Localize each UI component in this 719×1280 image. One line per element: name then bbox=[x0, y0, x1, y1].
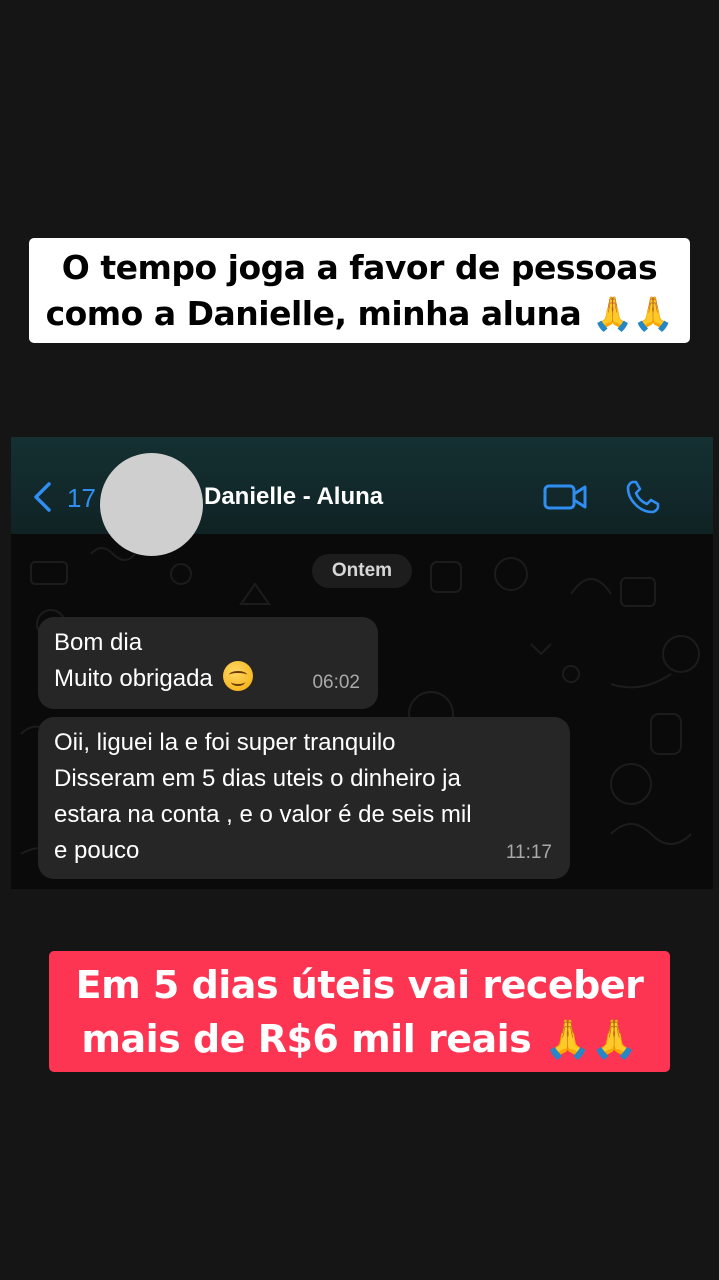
message-line: estara na conta , e o valor é de seis mi… bbox=[54, 801, 472, 828]
message-line: Bom dia bbox=[54, 629, 143, 656]
message-bubble[interactable]: Bom dia Muito obrigada 06:02 bbox=[38, 617, 378, 709]
top-caption-line-2: como a Danielle, minha aluna 🙏🙏 bbox=[45, 293, 674, 333]
bottom-caption-line-2: mais de R$6 mil reais 🙏🙏 bbox=[81, 1016, 638, 1061]
message-time: 06:02 bbox=[312, 672, 360, 693]
message-time: 11:17 bbox=[505, 842, 552, 863]
message-line: Oii, liguei la e foi super tranquilo bbox=[54, 729, 396, 756]
message-line-text: Muito obrigada bbox=[54, 665, 213, 692]
video-camera-icon[interactable] bbox=[543, 481, 589, 513]
message-bubble[interactable]: Oii, liguei la e foi super tranquilo Dis… bbox=[38, 717, 570, 879]
contact-avatar[interactable] bbox=[100, 453, 203, 556]
back-unread-count[interactable]: 17 bbox=[67, 483, 96, 514]
date-separator: Ontem bbox=[312, 554, 412, 588]
smiling-face-emoji-icon bbox=[222, 661, 253, 691]
message-line: Disseram em 5 dias uteis o dinheiro ja bbox=[54, 765, 461, 792]
chevron-left-icon[interactable] bbox=[31, 481, 53, 513]
top-caption-line-1: O tempo joga a favor de pessoas bbox=[61, 247, 658, 287]
chat-screenshot: 17 Danielle - Aluna Ontem Bom dia Muito … bbox=[11, 437, 713, 889]
contact-name[interactable]: Danielle - Aluna bbox=[204, 483, 383, 511]
bottom-caption-line-1: Em 5 dias úteis vai receber bbox=[75, 962, 644, 1007]
top-caption: O tempo joga a favor de pessoas como a D… bbox=[29, 238, 690, 343]
message-line: e pouco bbox=[54, 837, 140, 864]
phone-icon[interactable] bbox=[625, 479, 661, 515]
bottom-caption: Em 5 dias úteis vai receber mais de R$6 … bbox=[49, 951, 670, 1072]
chat-body: Ontem Bom dia Muito obrigada 06:02 Oii, … bbox=[11, 534, 713, 889]
